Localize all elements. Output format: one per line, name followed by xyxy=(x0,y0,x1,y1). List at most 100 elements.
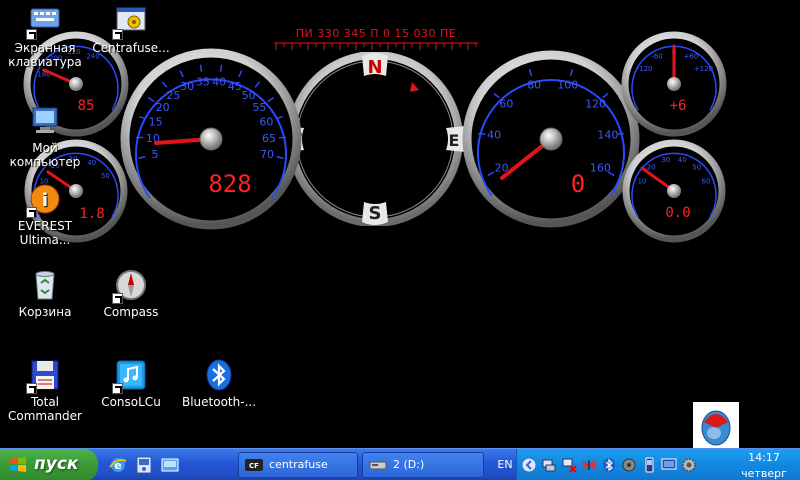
dial-tick xyxy=(219,64,223,72)
centrafuse-config-icon xyxy=(112,4,148,40)
svg-text:N: N xyxy=(367,57,382,78)
task-centrafuse[interactable]: CF centrafuse xyxy=(238,452,358,478)
dial-label: 40 xyxy=(487,129,501,142)
shortcut-arrow-icon xyxy=(112,29,123,40)
tachometer-gauge: 51015202530 35 40 455055606570 828 xyxy=(120,48,302,230)
tray-expand-icon[interactable] xyxy=(521,457,537,473)
dial-label: 60 xyxy=(701,177,710,185)
svg-text:E: E xyxy=(449,131,460,150)
desktop-icon-compass[interactable]: Compass xyxy=(86,268,176,319)
desktop-icon-centrafuse[interactable]: Centrafuse... xyxy=(86,4,176,55)
windows-flag-icon xyxy=(10,457,26,472)
my-computer-icon xyxy=(28,104,62,138)
bluetooth-tray-icon[interactable] xyxy=(601,457,617,473)
dial-label: -60 xyxy=(651,53,662,61)
floppy-disk-icon xyxy=(26,358,62,394)
dial-label: 50 xyxy=(692,164,701,172)
desktop-icon-label: Корзина xyxy=(18,305,72,319)
compass-north-label: N xyxy=(362,53,388,78)
media-player-icon[interactable] xyxy=(134,455,154,475)
dial-label: 20 xyxy=(156,101,170,114)
task-drive-d[interactable]: 2 (D:) xyxy=(362,452,484,478)
desktop-icon-onscreen-keyboard[interactable]: Экранная клавиатура xyxy=(0,4,90,69)
desktop-icon-total-commander[interactable]: Total Commander xyxy=(0,358,90,423)
dial-label: 40 xyxy=(678,156,687,164)
recycle-bin-icon xyxy=(28,268,62,302)
dial-label: 30 xyxy=(661,156,670,164)
desktop-icon-label: Мой компьютер xyxy=(9,141,81,169)
top-right-small-gauge: -120-600+60+120 +6 xyxy=(621,31,727,137)
top-left-small-hub xyxy=(69,77,83,91)
clock-day: четверг xyxy=(741,467,787,480)
dial-label: 55 xyxy=(252,101,266,114)
compass-app-icon xyxy=(112,268,148,304)
system-tray: 14:17 четверг xyxy=(516,449,800,480)
mid-right-small-readout: 0.0 xyxy=(665,205,690,221)
phone-icon[interactable] xyxy=(641,457,657,473)
drive-icon xyxy=(369,461,387,470)
desktop-icon-recycle-bin[interactable]: Корзина xyxy=(0,268,90,319)
shortcut-arrow-icon xyxy=(26,383,37,394)
language-indicator[interactable]: EN xyxy=(492,449,518,480)
show-desktop-icon[interactable] xyxy=(160,455,180,475)
dial-label: 65 xyxy=(262,132,276,145)
start-button[interactable]: пуск xyxy=(0,449,98,480)
monitor-tray-icon[interactable] xyxy=(661,457,677,473)
dial-label: 30 xyxy=(180,80,194,93)
compass-strip-text: ПИ 330 345 П 0 15 030 ПЕ xyxy=(296,27,456,40)
clock-time: 14:17 xyxy=(748,451,780,464)
mouse-icon xyxy=(701,410,731,446)
desktop-icon-label: ConsoLCu xyxy=(101,395,161,409)
mid-right-small-gauge: 102030 405060 0.0 xyxy=(622,139,726,243)
dial-tick xyxy=(478,132,486,135)
speaker-icon[interactable] xyxy=(621,457,637,473)
desktop-icon-everest[interactable]: i EVEREST Ultima... xyxy=(0,182,90,247)
dial-label: 25 xyxy=(166,89,180,102)
shortcut-arrow-icon xyxy=(26,207,37,218)
clock[interactable]: 14:17 четверг xyxy=(730,449,798,480)
butterfly-icon[interactable] xyxy=(581,457,597,473)
dial-label: 60 xyxy=(259,116,273,129)
dial-label: 60 xyxy=(499,97,513,110)
dial-label: -120 xyxy=(637,65,653,73)
dial-label: 40 xyxy=(212,76,226,89)
dial-label: 120 xyxy=(585,97,606,110)
dial-label: 140 xyxy=(597,129,618,142)
desktop-icon-label: Compass xyxy=(103,305,159,319)
desktop: ПИ 330 345 П 0 15 030 ПЕ N S E 5 10 15 2… xyxy=(0,0,800,448)
dial-label: 45 xyxy=(228,80,242,93)
desktop-icon-label: Total Commander xyxy=(8,395,82,423)
desktop-icon-label: Bluetooth-... xyxy=(181,395,257,409)
dial-label: 10 xyxy=(638,177,647,185)
desktop-icon-consolcu[interactable]: ConsoLCu xyxy=(86,358,176,409)
network-disconnected-icon[interactable] xyxy=(561,457,577,473)
gear-icon[interactable] xyxy=(681,457,697,473)
dial-label: +60 xyxy=(684,53,699,61)
desktop-icon-bluetooth[interactable]: Bluetooth-... xyxy=(174,358,264,409)
compass-gauge: N S W E xyxy=(282,52,468,226)
start-label: пуск xyxy=(34,454,79,474)
dial-label: +120 xyxy=(694,65,713,73)
svg-text:S: S xyxy=(369,203,382,224)
network-icon[interactable] xyxy=(541,457,557,473)
dial-label: 50 xyxy=(242,89,256,102)
compass-south-label: S xyxy=(362,202,388,225)
keyboard-icon xyxy=(26,4,62,40)
speedometer-gauge: 20406080 100120140160 0 xyxy=(462,50,640,228)
dial-label: 70 xyxy=(260,148,274,161)
mouse-app-tile[interactable] xyxy=(693,402,739,448)
shortcut-arrow-icon xyxy=(112,383,123,394)
desktop-icon-my-computer[interactable]: Мой компьютер xyxy=(0,104,90,169)
task-label: 2 (D:) xyxy=(393,458,425,471)
dial-tick xyxy=(199,64,203,72)
dial-label: 80 xyxy=(527,79,541,92)
top-right-small-readout: +6 xyxy=(670,98,687,114)
everest-info-icon: i xyxy=(26,182,62,218)
dial-label: 15 xyxy=(149,116,163,129)
taskbar: пуск e CF centrafuse 2 (D:) EN 14:17 чет… xyxy=(0,448,800,480)
music-note-icon xyxy=(112,358,148,394)
internet-explorer-icon[interactable]: e xyxy=(108,455,128,475)
speedometer-readout: 0 xyxy=(571,170,585,198)
svg-text:CF: CF xyxy=(249,462,259,470)
bluetooth-icon xyxy=(202,358,236,392)
